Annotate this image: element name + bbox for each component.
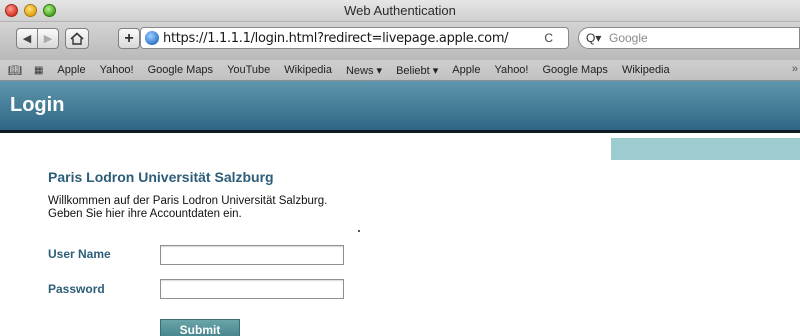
window-titlebar: Web Authentication: [0, 0, 800, 22]
address-bar[interactable]: https://1.1.1.1/login.html?redirect=live…: [140, 27, 569, 49]
plus-icon: +: [124, 29, 134, 47]
bookmark-yahoo[interactable]: Yahoo!: [100, 64, 134, 76]
password-label: Password: [48, 282, 105, 296]
home-icon: [70, 32, 84, 45]
stray-dot: [358, 230, 360, 232]
bookmark-apple[interactable]: Apple: [57, 64, 85, 76]
welcome-line-2: Geben Sie hier ihre Accountdaten ein.: [48, 208, 242, 220]
submit-button[interactable]: Submit: [160, 319, 240, 336]
search-icon: Q▾: [586, 31, 602, 45]
bookmark-youtube[interactable]: YouTube: [227, 64, 270, 76]
username-input[interactable]: [160, 245, 344, 265]
username-label: User Name: [48, 247, 111, 261]
open-book-icon[interactable]: 📖︎: [8, 64, 22, 77]
page-header: Login: [0, 81, 800, 130]
organization-title: Paris Lodron Universität Salzburg: [48, 169, 274, 185]
browser-toolbar: ◀ ▶ + https://1.1.1.1/login.html?redirec…: [0, 22, 800, 60]
bookmarks-overflow-button[interactable]: »: [792, 63, 798, 75]
welcome-text: Willkommen auf der Paris Lodron Universi…: [48, 195, 378, 221]
add-bookmark-button[interactable]: +: [118, 28, 140, 49]
reload-button[interactable]: C: [544, 31, 553, 45]
bookmark-news-menu[interactable]: News ▾: [346, 64, 382, 77]
bookmark-apple-2[interactable]: Apple: [452, 64, 480, 76]
home-button[interactable]: [65, 28, 89, 49]
bookmark-wikipedia-2[interactable]: Wikipedia: [622, 64, 670, 76]
forward-button[interactable]: ▶: [37, 28, 59, 49]
welcome-line-1: Willkommen auf der Paris Lodron Universi…: [48, 195, 328, 207]
grid-icon[interactable]: ▦: [34, 65, 43, 76]
password-input[interactable]: [160, 279, 344, 299]
back-button[interactable]: ◀: [16, 28, 38, 49]
forward-arrow-icon: ▶: [43, 33, 53, 45]
bookmark-wikipedia[interactable]: Wikipedia: [284, 64, 332, 76]
bookmarks-bar: 📖︎ ▦ Apple Yahoo! Google Maps YouTube Wi…: [0, 60, 800, 81]
search-placeholder: Google: [609, 31, 648, 45]
bookmark-yahoo-2[interactable]: Yahoo!: [494, 64, 528, 76]
url-text: https://1.1.1.1/login.html?redirect=live…: [163, 31, 509, 46]
bookmark-google-maps-2[interactable]: Google Maps: [543, 64, 608, 76]
page-title: Login: [10, 94, 65, 116]
header-divider: [0, 130, 800, 133]
globe-icon: [145, 31, 159, 45]
search-field[interactable]: Q▾ Google: [578, 27, 800, 49]
bookmark-beliebt-menu[interactable]: Beliebt ▾: [396, 64, 438, 77]
bookmark-google-maps[interactable]: Google Maps: [148, 64, 213, 76]
back-arrow-icon: ◀: [22, 33, 32, 45]
accent-strip: [611, 138, 800, 160]
window-title: Web Authentication: [344, 3, 456, 18]
